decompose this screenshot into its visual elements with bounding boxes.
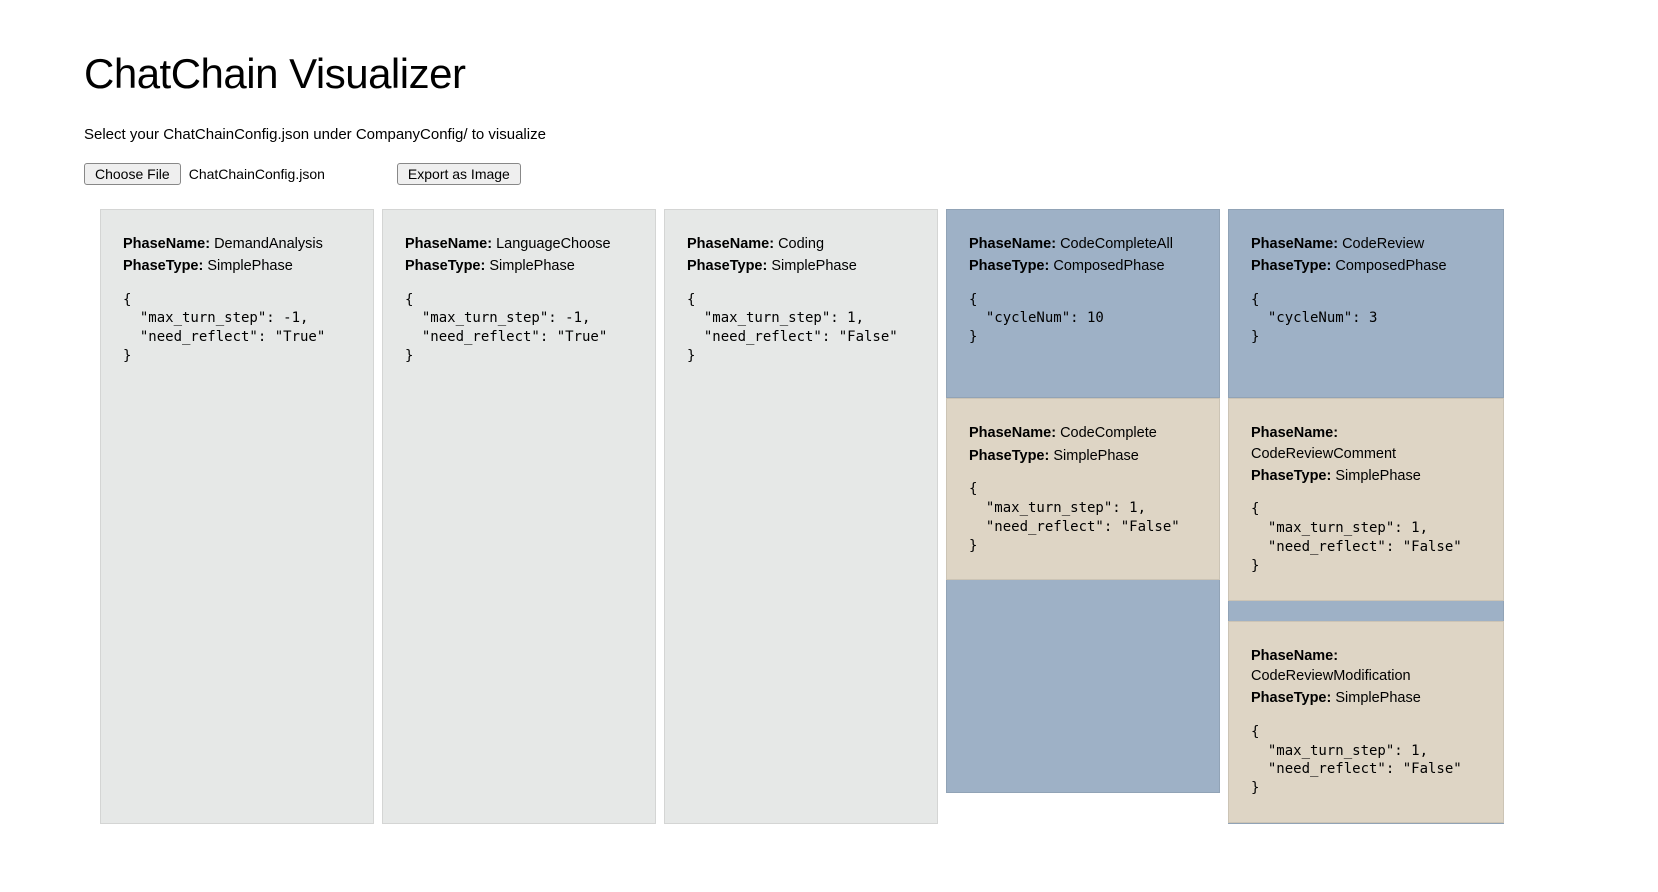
phase-type-row: PhaseType: SimplePhase — [405, 256, 633, 276]
phase-name-value: CodeReview — [1338, 236, 1424, 252]
phase-name-value: CodeCompleteAll — [1056, 236, 1173, 252]
choose-file-button[interactable]: Choose File — [84, 163, 181, 185]
composed-phase-wrap: PhaseName: CodeReviewPhaseType: Composed… — [1228, 209, 1504, 824]
phase-name-value: CodeComplete — [1056, 425, 1157, 441]
phase-name-row: PhaseName: CodeComplete — [969, 423, 1197, 443]
phase-json: { "max_turn_step": 1, "need_reflect": "F… — [1251, 723, 1481, 799]
phase-card-languagechoose: PhaseName: LanguageChoosePhaseType: Simp… — [382, 209, 656, 824]
page-subtitle: Select your ChatChainConfig.json under C… — [84, 126, 1574, 143]
phase-card-codecomplete: PhaseName: CodeComplete PhaseType: Simple… — [946, 398, 1220, 580]
phase-type-row: PhaseType: ComposedPhase — [1251, 256, 1481, 276]
phase-json: { "max_turn_step": 1, "need_reflect": "F… — [687, 291, 915, 367]
phase-card-codereviewmodification: PhaseName: CodeReviewModificationPhaseTy… — [1228, 621, 1504, 823]
phase-name-row: PhaseName: CodeReviewModification — [1251, 646, 1481, 687]
phase-type-value: SimplePhase — [767, 258, 856, 274]
phase-name-label: PhaseName: — [1251, 236, 1338, 252]
selected-filename: ChatChainConfig.json — [189, 166, 325, 182]
phase-type-row: PhaseType: SimplePhase — [687, 256, 915, 276]
phase-name-value: LanguageChoose — [492, 236, 611, 252]
phase-type-value: ComposedPhase — [1331, 258, 1446, 274]
phase-name-row: PhaseName: DemandAnalysis — [123, 234, 351, 254]
chain-column: PhaseName: DemandAnalysisPhaseType: Simp… — [100, 209, 374, 824]
chain-container: PhaseName: DemandAnalysisPhaseType: Simp… — [84, 209, 1574, 824]
chain-column: PhaseName: LanguageChoosePhaseType: Simp… — [382, 209, 656, 824]
phase-name-label: PhaseName: — [1251, 425, 1338, 441]
phase-name-label: PhaseName: — [405, 236, 492, 252]
phase-name-label: PhaseName: — [969, 425, 1056, 441]
phase-type-value: SimplePhase — [1049, 448, 1138, 464]
phase-type-row: PhaseType: ComposedPhase — [969, 256, 1197, 276]
phase-type-row: PhaseType: SimplePhase — [123, 256, 351, 276]
phase-name-row: PhaseName: CodeCompleteAll — [969, 234, 1197, 254]
phase-name-label: PhaseName: — [123, 236, 210, 252]
phase-type-label: PhaseType: — [1251, 468, 1331, 484]
phase-type-label: PhaseType: — [969, 448, 1049, 464]
phase-type-label: PhaseType: — [969, 258, 1049, 274]
phase-type-value: SimplePhase — [1331, 690, 1420, 706]
phase-name-value: CodeReviewComment — [1251, 446, 1396, 462]
phase-type-label: PhaseType: — [687, 258, 767, 274]
phase-name-value: Coding — [774, 236, 824, 252]
phase-name-label: PhaseName: — [687, 236, 774, 252]
phase-type-value: SimplePhase — [485, 258, 574, 274]
phase-type-value: SimplePhase — [1331, 468, 1420, 484]
phase-json: { "max_turn_step": -1, "need_reflect": "… — [405, 291, 633, 367]
chain-column: PhaseName: CodeCompleteAllPhaseType: Com… — [946, 209, 1220, 824]
phase-card-codereview: PhaseName: CodeReviewPhaseType: Composed… — [1228, 209, 1504, 398]
phase-card-codecompleteall: PhaseName: CodeCompleteAllPhaseType: Com… — [946, 209, 1220, 398]
phase-name-row: PhaseName: CodeReviewComment — [1251, 423, 1481, 464]
phase-name-row: PhaseName: LanguageChoose — [405, 234, 633, 254]
phase-card-demandanalysis: PhaseName: DemandAnalysisPhaseType: Simp… — [100, 209, 374, 824]
phase-json: { "cycleNum": 3 } — [1251, 291, 1481, 348]
composed-fill — [1228, 823, 1504, 824]
export-image-button[interactable]: Export as Image — [397, 163, 521, 185]
phase-type-label: PhaseType: — [1251, 258, 1331, 274]
composed-fill — [946, 580, 1220, 793]
page-title: ChatChain Visualizer — [84, 50, 1574, 98]
phase-card-codereviewcomment: PhaseName: CodeReviewCommentPhaseType: S… — [1228, 398, 1504, 600]
phase-json: { "max_turn_step": -1, "need_reflect": "… — [123, 291, 351, 367]
phase-type-value: ComposedPhase — [1049, 258, 1164, 274]
phase-card-coding: PhaseName: CodingPhaseType: SimplePhase{… — [664, 209, 938, 824]
controls-row: Choose File ChatChainConfig.json Export … — [84, 163, 1574, 185]
composed-gap — [1228, 601, 1504, 621]
phase-name-label: PhaseName: — [1251, 648, 1338, 664]
phase-name-value: CodeReviewModification — [1251, 668, 1411, 684]
composed-phase-wrap: PhaseName: CodeCompleteAllPhaseType: Com… — [946, 209, 1220, 793]
phase-type-value: SimplePhase — [203, 258, 292, 274]
phase-type-row: PhaseType: SimplePhase — [1251, 466, 1481, 486]
phase-name-row: PhaseName: CodeReview — [1251, 234, 1481, 254]
phase-type-row: PhaseType: SimplePhase — [1251, 688, 1481, 708]
chain-column: PhaseName: CodeReviewPhaseType: Composed… — [1228, 209, 1504, 824]
phase-name-label: PhaseName: — [969, 236, 1056, 252]
phase-json: { "max_turn_step": 1, "need_reflect": "F… — [1251, 500, 1481, 576]
phase-name-value: DemandAnalysis — [210, 236, 323, 252]
phase-type-label: PhaseType: — [1251, 690, 1331, 706]
phase-type-row: PhaseType: SimplePhase — [969, 446, 1197, 466]
chain-column: PhaseName: CodingPhaseType: SimplePhase{… — [664, 209, 938, 824]
phase-type-label: PhaseType: — [123, 258, 203, 274]
phase-name-row: PhaseName: Coding — [687, 234, 915, 254]
phase-type-label: PhaseType: — [405, 258, 485, 274]
phase-json: { "max_turn_step": 1, "need_reflect": "F… — [969, 480, 1197, 556]
phase-json: { "cycleNum": 10 } — [969, 291, 1197, 348]
